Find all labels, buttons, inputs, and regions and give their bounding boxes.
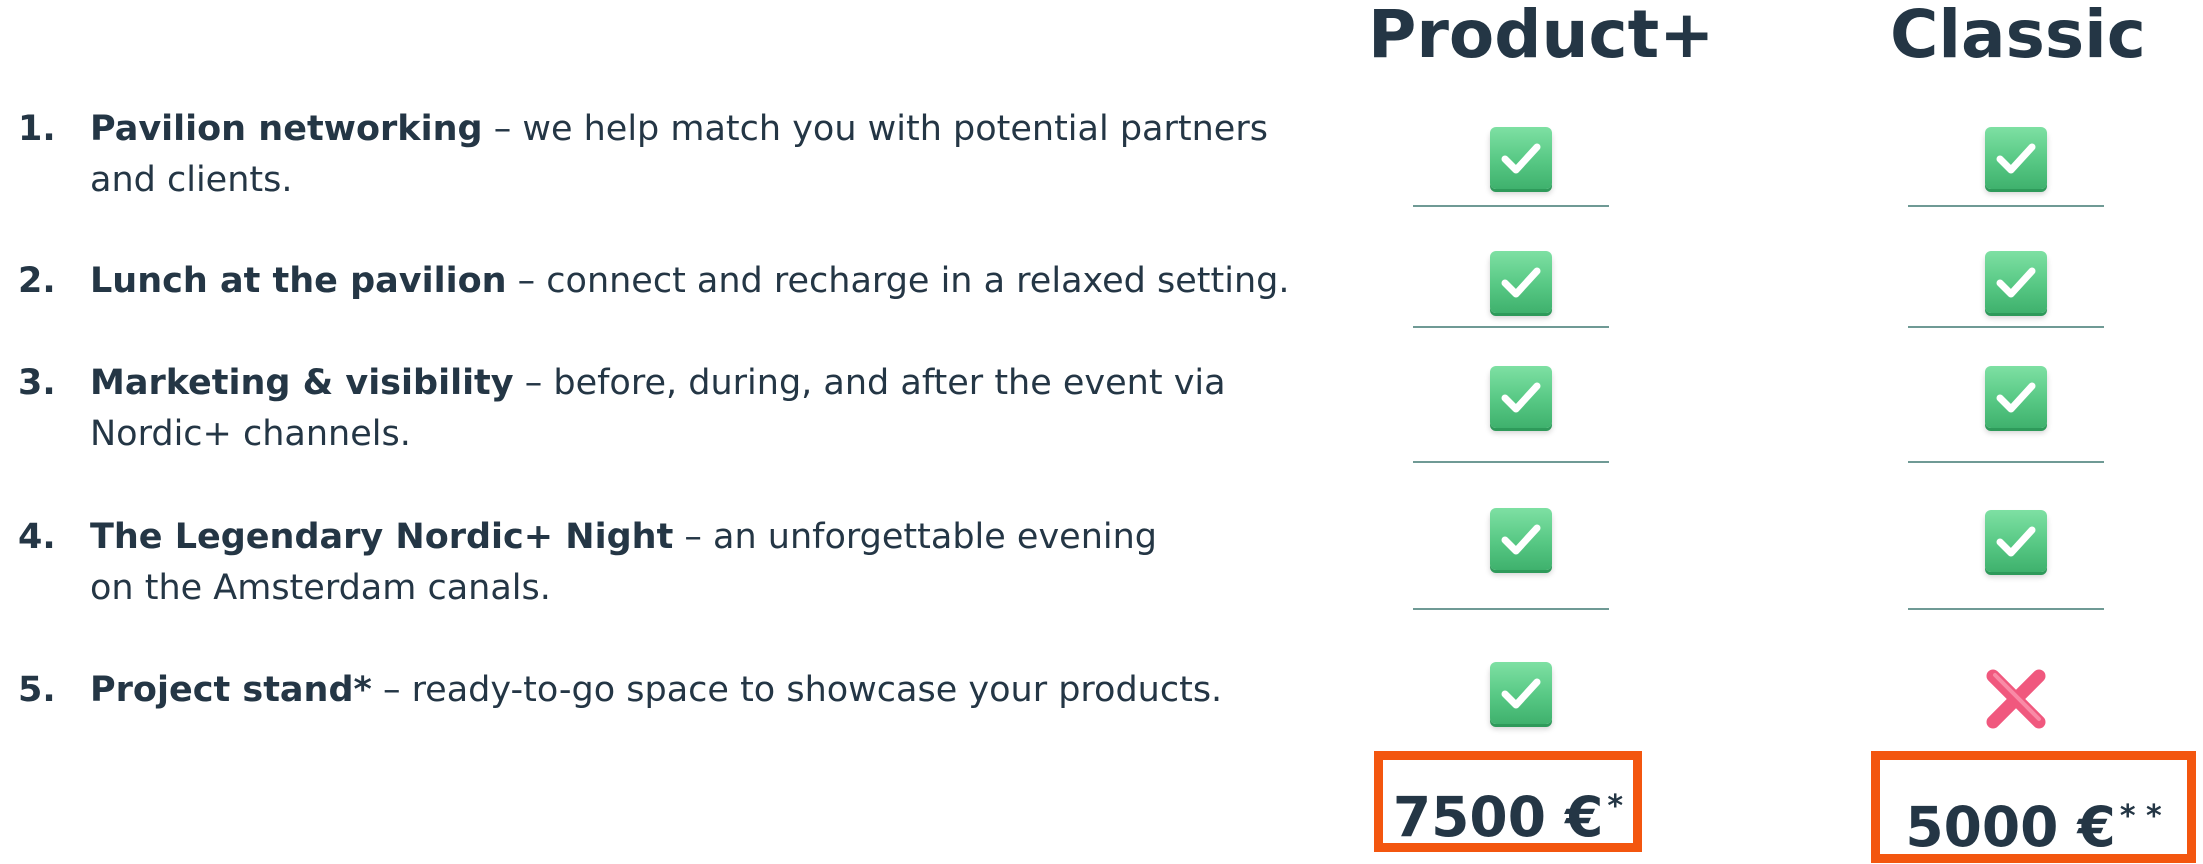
price-box-classic: 5000 € * *	[1871, 751, 2196, 863]
feature-title: Pavilion networking	[90, 109, 483, 149]
price-box-product-plus: 7500 € *	[1374, 751, 1642, 852]
price-amount: 7500 €	[1392, 785, 1604, 849]
checkmark-icon	[1490, 127, 1552, 189]
price-footnote-marker: * *	[2119, 799, 2162, 834]
feature-item-1: 1. Pavilion networking – we help match y…	[18, 104, 1318, 206]
feature-description: – connect and recharge in a relaxed sett…	[506, 261, 1290, 301]
feature-number: 1.	[18, 109, 56, 149]
checkmark-icon	[1490, 662, 1552, 724]
row-divider	[1413, 608, 1609, 610]
feature-title: The Legendary Nordic+ Night	[90, 517, 674, 557]
price-footnote-marker: *	[1607, 789, 1624, 824]
checkmark-icon	[1490, 251, 1552, 313]
row-divider	[1413, 461, 1609, 463]
feature-title: Marketing & visibility	[90, 363, 514, 403]
checkmark-icon	[1490, 366, 1552, 428]
feature-number: 5.	[18, 670, 56, 710]
checkmark-icon	[1985, 127, 2047, 189]
feature-item-2: 2. Lunch at the pavilion – connect and r…	[18, 256, 1318, 307]
feature-item-5: 5. Project stand* – ready-to-go space to…	[18, 665, 1318, 716]
feature-number: 3.	[18, 363, 56, 403]
checkmark-icon	[1490, 508, 1552, 570]
feature-title: Project stand*	[90, 670, 372, 710]
cross-icon	[1981, 664, 2051, 734]
feature-item-4: 4. The Legendary Nordic+ Night – an unfo…	[18, 512, 1158, 614]
feature-title: Lunch at the pavilion	[90, 261, 507, 301]
price-product-plus: 7500 € *	[1383, 772, 1633, 852]
row-divider	[1908, 326, 2104, 328]
price-classic: 5000 € * *	[1880, 782, 2187, 862]
row-divider	[1908, 608, 2104, 610]
row-divider	[1413, 326, 1609, 328]
price-amount: 5000 €	[1905, 795, 2116, 859]
checkmark-icon	[1985, 366, 2047, 428]
row-divider	[1908, 205, 2104, 207]
checkmark-icon	[1985, 251, 2047, 313]
row-divider	[1413, 205, 1609, 207]
column-header-product-plus: Product+	[1368, 0, 1715, 73]
feature-number: 4.	[18, 517, 56, 557]
column-header-classic: Classic	[1890, 0, 2146, 73]
row-divider	[1908, 461, 2104, 463]
checkmark-icon	[1985, 510, 2047, 572]
feature-number: 2.	[18, 261, 56, 301]
feature-description: – ready-to-go space to showcase your pro…	[371, 670, 1223, 710]
feature-item-3: 3. Marketing & visibility – before, duri…	[18, 358, 1348, 460]
